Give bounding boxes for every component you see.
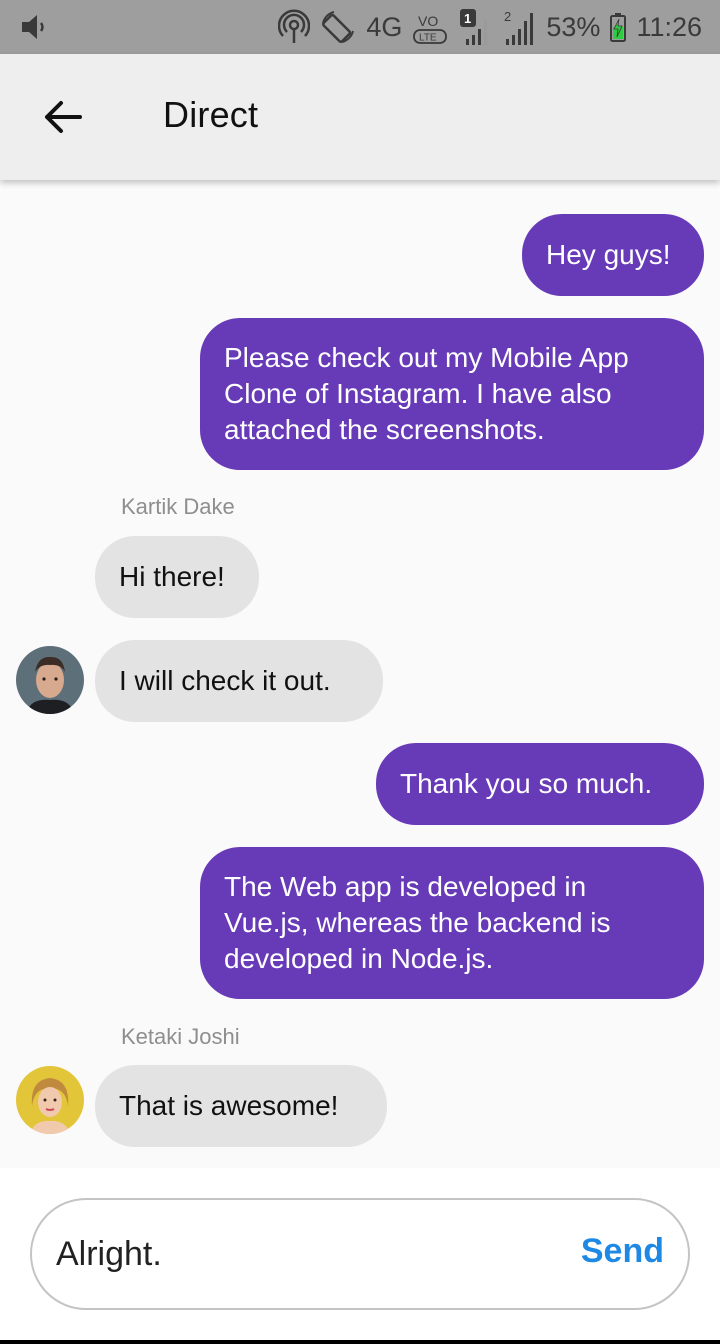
arrow-left-icon xyxy=(45,101,82,133)
volume-icon xyxy=(20,12,50,42)
page-title: Direct xyxy=(163,94,259,135)
network-type-label: 4G xyxy=(366,11,403,42)
message-bubble-incoming[interactable]: Hi there! xyxy=(95,536,259,618)
avatar[interactable] xyxy=(16,1066,84,1134)
message-text: I will check it out. xyxy=(119,665,331,696)
hotspot-icon xyxy=(278,9,311,45)
rotate-icon xyxy=(320,9,356,45)
sim2-label: 2 xyxy=(504,9,511,24)
sim2-signal-icon: 2 xyxy=(502,7,536,47)
sender-name: Ketaki Joshi xyxy=(121,1024,240,1049)
clock: 11:26 xyxy=(636,11,702,42)
back-button[interactable] xyxy=(38,94,88,140)
volte-icon: VO LTE xyxy=(412,9,448,45)
message-bubble-outgoing[interactable]: Hey guys! xyxy=(522,214,704,296)
battery-percent: 53% xyxy=(546,11,601,42)
svg-text:VO: VO xyxy=(418,13,438,29)
message-bubble-outgoing[interactable]: Thank you so much. xyxy=(376,743,704,825)
status-bar: 4G VO LTE 1 2 53% 11:26 xyxy=(0,0,720,54)
message-text: Thank you so much. xyxy=(400,768,653,799)
battery-charging-icon xyxy=(610,12,627,42)
avatar[interactable] xyxy=(16,646,84,714)
nav-bar-edge xyxy=(0,1340,720,1344)
message-composer: Send xyxy=(0,1168,720,1340)
message-bubble-outgoing[interactable]: The Web app is developed in Vue.js, wher… xyxy=(200,847,704,999)
sender-name: Kartik Dake xyxy=(121,494,235,519)
message-bubble-outgoing[interactable]: Please check out my Mobile App Clone of … xyxy=(200,318,704,470)
message-text: Hi there! xyxy=(119,561,225,592)
send-button[interactable]: Send xyxy=(581,1232,664,1271)
svg-text:LTE: LTE xyxy=(419,33,437,44)
composer-box: Send xyxy=(30,1198,690,1310)
app-bar: Direct xyxy=(0,54,720,180)
message-text: The Web app is developed in Vue.js, wher… xyxy=(224,871,611,974)
message-list[interactable]: Hey guys! Please check out my Mobile App… xyxy=(0,180,720,1168)
message-input[interactable] xyxy=(56,1224,556,1284)
message-text: That is awesome! xyxy=(119,1090,339,1121)
message-bubble-incoming[interactable]: I will check it out. xyxy=(95,640,383,722)
sim1-signal-icon: 1 xyxy=(458,7,492,47)
message-text: Hey guys! xyxy=(546,239,671,270)
message-text: Please check out my Mobile App Clone of … xyxy=(224,342,629,445)
message-bubble-incoming[interactable]: That is awesome! xyxy=(95,1065,387,1147)
sim1-label: 1 xyxy=(464,11,471,26)
